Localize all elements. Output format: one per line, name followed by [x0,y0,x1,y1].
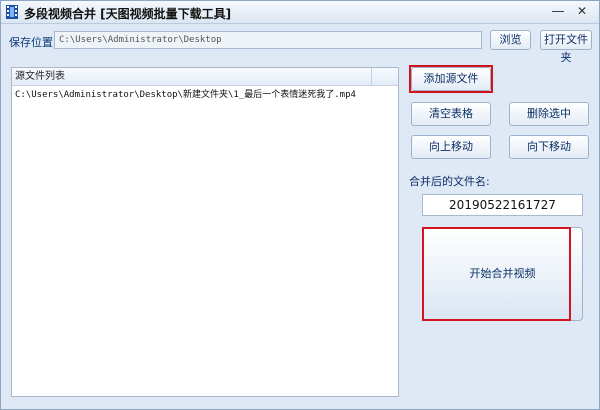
move-up-button[interactable]: 向上移动 [411,135,491,159]
browse-button[interactable]: 浏览 [490,30,531,50]
film-icon [6,5,18,19]
output-filename-input[interactable]: 20190522161727 [422,194,583,216]
delete-selected-button[interactable]: 删除选中 [509,102,589,126]
save-location-label: 保存位置: [9,36,57,49]
add-source-file-button[interactable]: 添加源文件 [411,67,491,91]
app-window: 多段视频合并 [天图视频批量下载工具] — ✕ 保存位置: C:\Users\A… [0,0,600,410]
column-header-filler [372,68,398,85]
table-row[interactable]: C:\Users\Administrator\Desktop\新建文件夹\1_最… [15,88,395,102]
clear-table-button[interactable]: 清空表格 [411,102,491,126]
close-button[interactable]: ✕ [573,4,591,20]
source-file-list[interactable]: 源文件列表 C:\Users\Administrator\Desktop\新建文… [11,67,399,397]
list-header: 源文件列表 [12,68,398,86]
minimize-button[interactable]: — [549,4,567,20]
open-folder-button[interactable]: 打开文件夹 [540,30,592,64]
column-header-source-files[interactable]: 源文件列表 [12,68,372,85]
start-merge-button[interactable]: 开始合并视频 [422,227,583,321]
window-title: 多段视频合并 [天图视频批量下载工具] [24,7,232,21]
output-filename-label: 合并后的文件名: [409,175,490,188]
move-down-button[interactable]: 向下移动 [509,135,589,159]
title-bar[interactable]: 多段视频合并 [天图视频批量下载工具] — ✕ [1,1,599,24]
save-path-input[interactable]: C:\Users\Administrator\Desktop [54,31,482,49]
